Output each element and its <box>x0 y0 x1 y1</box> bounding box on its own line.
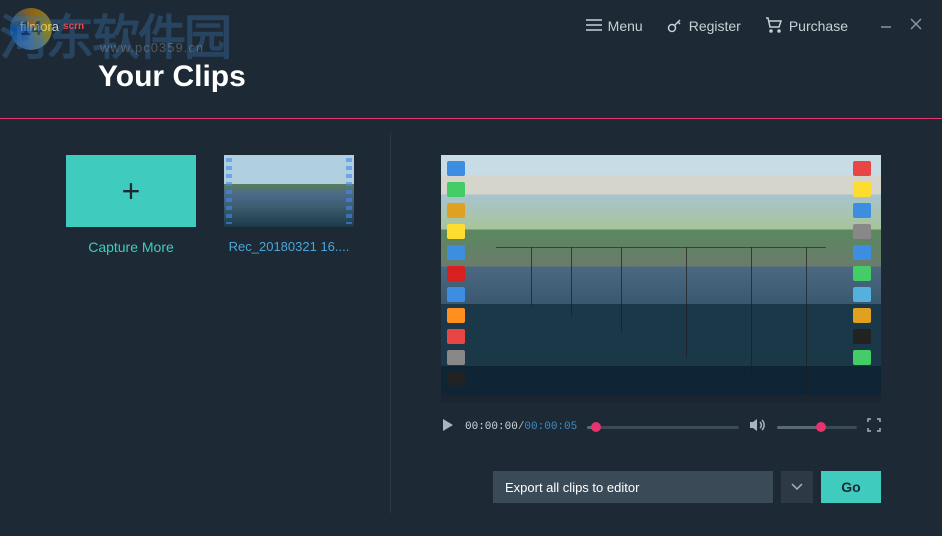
register-label: Register <box>689 18 741 34</box>
page-title: Your Clips <box>98 60 942 94</box>
volume-icon[interactable] <box>749 418 767 437</box>
clip-thumbnail[interactable] <box>224 155 354 227</box>
clip-tile: Rec_20180321 16.... <box>224 155 354 254</box>
menu-button[interactable]: Menu <box>586 18 643 35</box>
progress-thumb[interactable] <box>591 422 601 432</box>
register-button[interactable]: Register <box>667 17 741 36</box>
key-icon <box>667 17 683 36</box>
purchase-label: Purchase <box>789 18 848 34</box>
export-row: Export all clips to editor Go <box>441 471 881 503</box>
menu-label: Menu <box>608 18 643 34</box>
volume-slider[interactable] <box>777 426 857 429</box>
capture-more-label: Capture More <box>88 239 174 255</box>
timecode: 00:00:00/00:00:05 <box>465 421 577 433</box>
volume-thumb[interactable] <box>816 422 826 432</box>
export-select[interactable]: Export all clips to editor <box>493 471 773 503</box>
capture-more-tile: + Capture More <box>66 155 196 255</box>
clip-filename: Rec_20180321 16.... <box>229 239 350 254</box>
minimize-button[interactable] <box>880 18 892 34</box>
preview-panel: 00:00:00/00:00:05 Export all clips to ed… <box>391 155 942 536</box>
main-content: + Capture More Rec_20180321 16.... <box>0 119 942 536</box>
close-button[interactable] <box>910 18 922 34</box>
export-dropdown-toggle[interactable] <box>781 471 813 503</box>
go-button[interactable]: Go <box>821 471 881 503</box>
chevron-down-icon <box>791 478 803 496</box>
logo-accent: scrn <box>63 21 84 32</box>
preview-desktop-icons-left <box>447 161 469 393</box>
window-controls <box>880 18 922 34</box>
clips-panel: + Capture More Rec_20180321 16.... <box>0 155 390 536</box>
fullscreen-button[interactable] <box>867 418 881 437</box>
preview-desktop-icons-right <box>853 161 875 393</box>
player-controls: 00:00:00/00:00:05 <box>441 403 881 443</box>
play-button[interactable] <box>441 418 455 437</box>
video-preview[interactable] <box>441 155 881 403</box>
watermark-url: www.pc0359.cn <box>100 40 204 55</box>
total-time: 00:00:05 <box>524 421 577 433</box>
go-label: Go <box>841 479 860 495</box>
plus-icon: + <box>122 173 141 210</box>
header-right: Menu Register Purchase <box>586 17 922 36</box>
cart-icon <box>765 17 783 36</box>
watermark-logo-circle <box>10 8 52 50</box>
export-select-label: Export all clips to editor <box>505 480 639 495</box>
progress-slider[interactable] <box>587 426 739 429</box>
current-time: 00:00:00 <box>465 421 518 433</box>
capture-more-button[interactable]: + <box>66 155 196 227</box>
page-title-area: www.pc0359.cn Your Clips <box>0 52 942 118</box>
menu-icon <box>586 18 602 35</box>
purchase-button[interactable]: Purchase <box>765 17 848 36</box>
